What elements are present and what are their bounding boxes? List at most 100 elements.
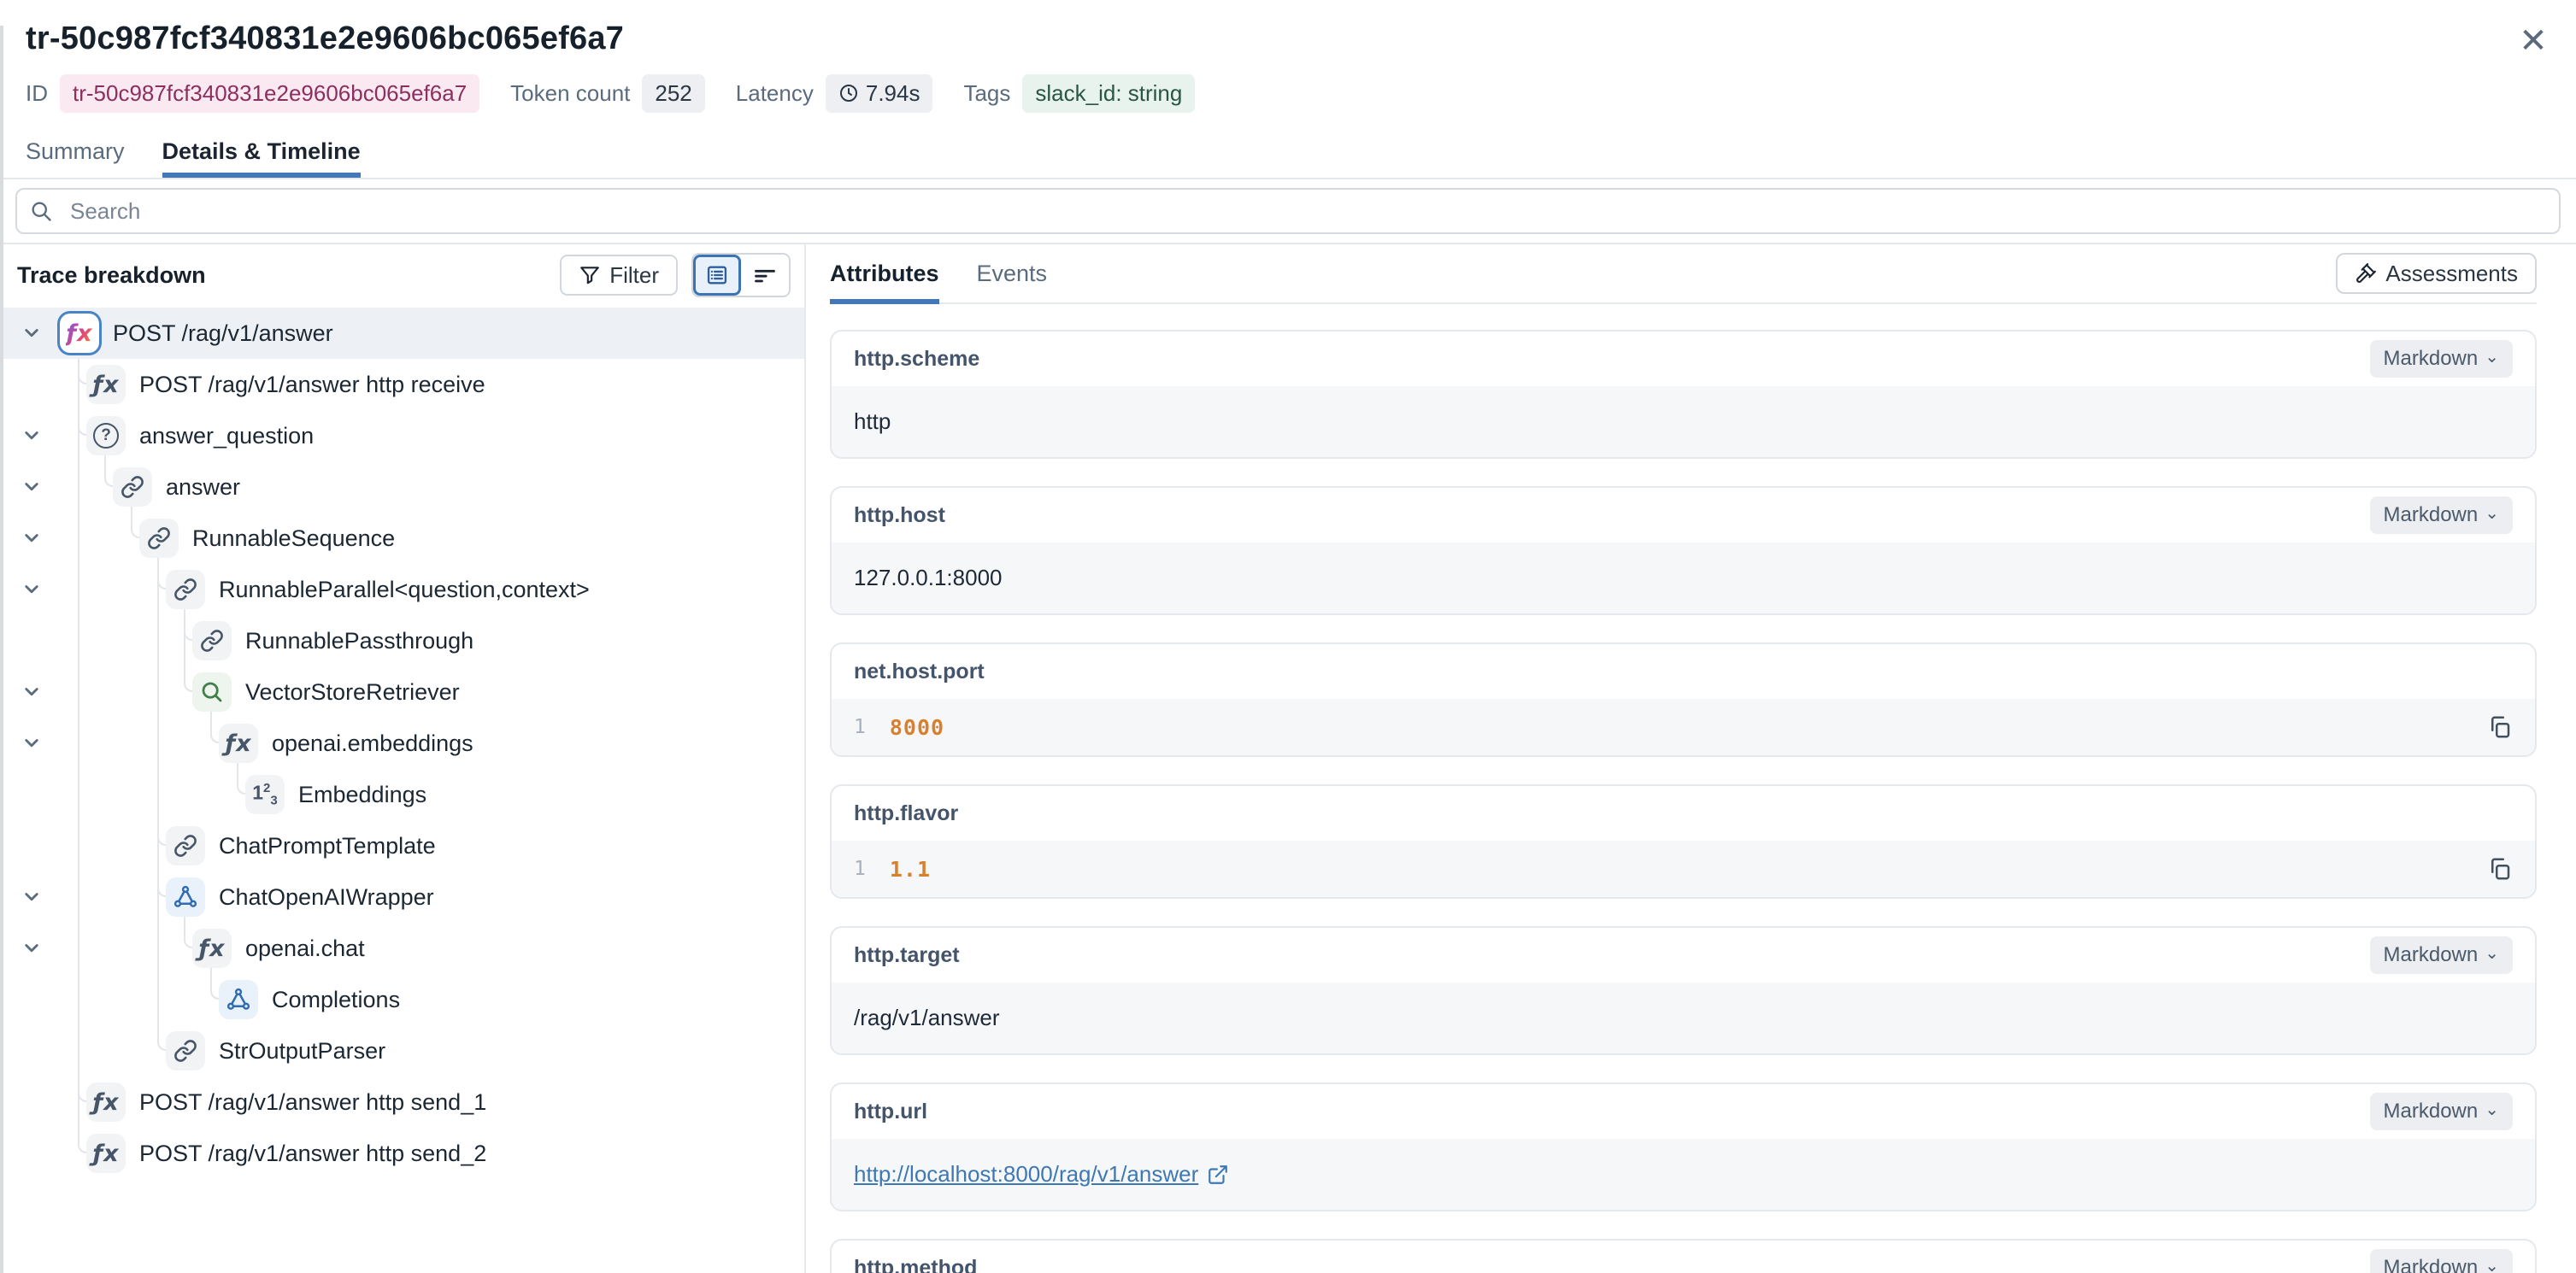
- chevron-down-icon[interactable]: [19, 525, 44, 550]
- chain-icon: [166, 570, 205, 609]
- attribute-card: http.method Markdown ⌄ POST: [830, 1239, 2537, 1273]
- copy-icon[interactable]: [2487, 856, 2513, 882]
- window-edge-scrollbar: [0, 26, 3, 1273]
- tree-row[interactable]: ƒx POST /rag/v1/answer http receive: [0, 359, 804, 410]
- attribute-value: 1.1: [890, 857, 931, 882]
- attribute-card: net.host.port 1 8000: [830, 642, 2537, 757]
- tree-row-label: POST /rag/v1/answer: [113, 308, 333, 359]
- chevron-down-icon[interactable]: [19, 730, 44, 755]
- copy-icon[interactable]: [2487, 714, 2513, 740]
- tree-row[interactable]: Completions: [0, 974, 804, 1025]
- tree-row[interactable]: answer: [0, 461, 804, 513]
- tree-row[interactable]: RunnableSequence: [0, 513, 804, 564]
- chevron-down-icon[interactable]: [19, 422, 44, 448]
- tree-row[interactable]: ƒx POST /rag/v1/answer http send_1: [0, 1076, 804, 1128]
- chevron-down-icon[interactable]: [19, 678, 44, 704]
- tab-summary[interactable]: Summary: [26, 130, 125, 178]
- chevron-down-icon: ⌄: [2485, 353, 2499, 361]
- chevron-down-icon[interactable]: [19, 576, 44, 601]
- assessments-button[interactable]: Assessments: [2336, 253, 2537, 294]
- function-icon: ƒx: [219, 724, 258, 763]
- viewer-dropdown[interactable]: Markdown ⌄: [2370, 936, 2513, 974]
- chevron-down-icon[interactable]: [19, 473, 44, 499]
- tree-row-label: answer: [166, 461, 240, 513]
- tree-row-label: POST /rag/v1/answer http send_1: [139, 1076, 486, 1128]
- chevron-down-icon[interactable]: [19, 320, 44, 345]
- page-tabs: Summary Details & Timeline: [0, 130, 2576, 179]
- tree-row-label: ChatOpenAIWrapper: [219, 871, 434, 923]
- chevron-down-icon[interactable]: [19, 935, 44, 960]
- token-count-label: Token count: [510, 80, 630, 107]
- tree-row[interactable]: ƒx POST /rag/v1/answer http send_2: [0, 1128, 804, 1179]
- chain-icon: [113, 467, 152, 507]
- tree-row[interactable]: 123 Embeddings: [0, 769, 804, 820]
- trace-tree: ƒx POST /rag/v1/answer ƒx POST /rag/v1/a…: [0, 308, 804, 1179]
- tree-row[interactable]: RunnableParallel<question,context>: [0, 564, 804, 615]
- view-toggle-group: [691, 253, 791, 297]
- chevron-down-icon[interactable]: [19, 883, 44, 909]
- trace-header: tr-50c987fcf340831e2e9606bc065ef6a7 ✕ ID…: [0, 0, 2576, 179]
- tree-row-label: Embeddings: [298, 769, 426, 820]
- line-number: 1: [854, 858, 866, 880]
- tree-row[interactable]: ChatPromptTemplate: [0, 820, 804, 871]
- search-bar: [0, 179, 2576, 244]
- viewer-dropdown[interactable]: Markdown ⌄: [2370, 340, 2513, 378]
- timeline-view-toggle[interactable]: [741, 255, 789, 296]
- model-icon: [166, 877, 205, 917]
- function-icon: ƒx: [86, 1082, 126, 1122]
- filter-button[interactable]: Filter: [560, 255, 678, 296]
- clock-icon: [838, 83, 859, 103]
- tree-row-label: openai.chat: [245, 923, 365, 974]
- chain-icon: [139, 519, 179, 558]
- chain-icon: [166, 826, 205, 865]
- viewer-dropdown[interactable]: Markdown ⌄: [2370, 496, 2513, 534]
- attribute-url-link[interactable]: http://localhost:8000/rag/v1/answer: [854, 1161, 1229, 1188]
- question-icon: ?: [86, 416, 126, 455]
- trace-id-badge: tr-50c987fcf340831e2e9606bc065ef6a7: [60, 74, 479, 113]
- viewer-dropdown[interactable]: Markdown ⌄: [2370, 1249, 2513, 1273]
- external-link-icon: [1207, 1164, 1229, 1186]
- tree-row[interactable]: StrOutputParser: [0, 1025, 804, 1076]
- tree-row-label: answer_question: [139, 410, 314, 461]
- tab-events[interactable]: Events: [977, 244, 1048, 302]
- tree-row[interactable]: ƒx openai.chat: [0, 923, 804, 974]
- search-input[interactable]: [15, 188, 2561, 234]
- tab-attributes[interactable]: Attributes: [830, 244, 939, 302]
- attribute-value: /rag/v1/answer: [832, 983, 2535, 1053]
- chevron-down-icon: ⌄: [2485, 1106, 2499, 1114]
- attribute-card: http.url Markdown ⌄ http://localhost:800…: [830, 1082, 2537, 1211]
- attribute-value: http: [832, 386, 2535, 457]
- trace-breakdown-title: Trace breakdown: [17, 262, 206, 289]
- tree-row-label: RunnableSequence: [192, 513, 395, 564]
- assessments-label: Assessments: [2385, 261, 2518, 287]
- tree-row-label: Completions: [272, 974, 400, 1025]
- timeline-view-icon: [753, 263, 777, 287]
- tree-row-label: RunnablePassthrough: [245, 615, 473, 666]
- viewer-dropdown[interactable]: Markdown ⌄: [2370, 1093, 2513, 1130]
- tree-row[interactable]: RunnablePassthrough: [0, 615, 804, 666]
- attribute-card: http.scheme Markdown ⌄ http: [830, 330, 2537, 459]
- model-icon: [219, 980, 258, 1019]
- tree-row[interactable]: ƒx openai.embeddings: [0, 718, 804, 769]
- tab-details-timeline[interactable]: Details & Timeline: [162, 130, 361, 178]
- line-number: 1: [854, 716, 866, 738]
- tree-row-label: ChatPromptTemplate: [219, 820, 436, 871]
- search-icon: [29, 199, 53, 223]
- close-icon[interactable]: ✕: [2513, 21, 2554, 62]
- tree-row[interactable]: ƒx POST /rag/v1/answer: [0, 308, 804, 359]
- tree-row[interactable]: ? answer_question: [0, 410, 804, 461]
- tree-row[interactable]: VectorStoreRetriever: [0, 666, 804, 718]
- tags-label: Tags: [963, 80, 1010, 107]
- attribute-name: http.method: [854, 1256, 977, 1273]
- function-icon: ƒx: [60, 314, 99, 353]
- numbers-icon: 123: [245, 775, 285, 814]
- id-label: ID: [26, 80, 48, 107]
- list-view-toggle[interactable]: [693, 255, 741, 296]
- chain-icon: [166, 1031, 205, 1071]
- page-title: tr-50c987fcf340831e2e9606bc065ef6a7: [26, 19, 2550, 58]
- filter-label: Filter: [609, 262, 659, 289]
- chevron-down-icon: ⌄: [2485, 949, 2499, 958]
- function-icon: ƒx: [86, 1134, 126, 1173]
- tree-row[interactable]: ChatOpenAIWrapper: [0, 871, 804, 923]
- latency-value: 7.94s: [866, 80, 920, 107]
